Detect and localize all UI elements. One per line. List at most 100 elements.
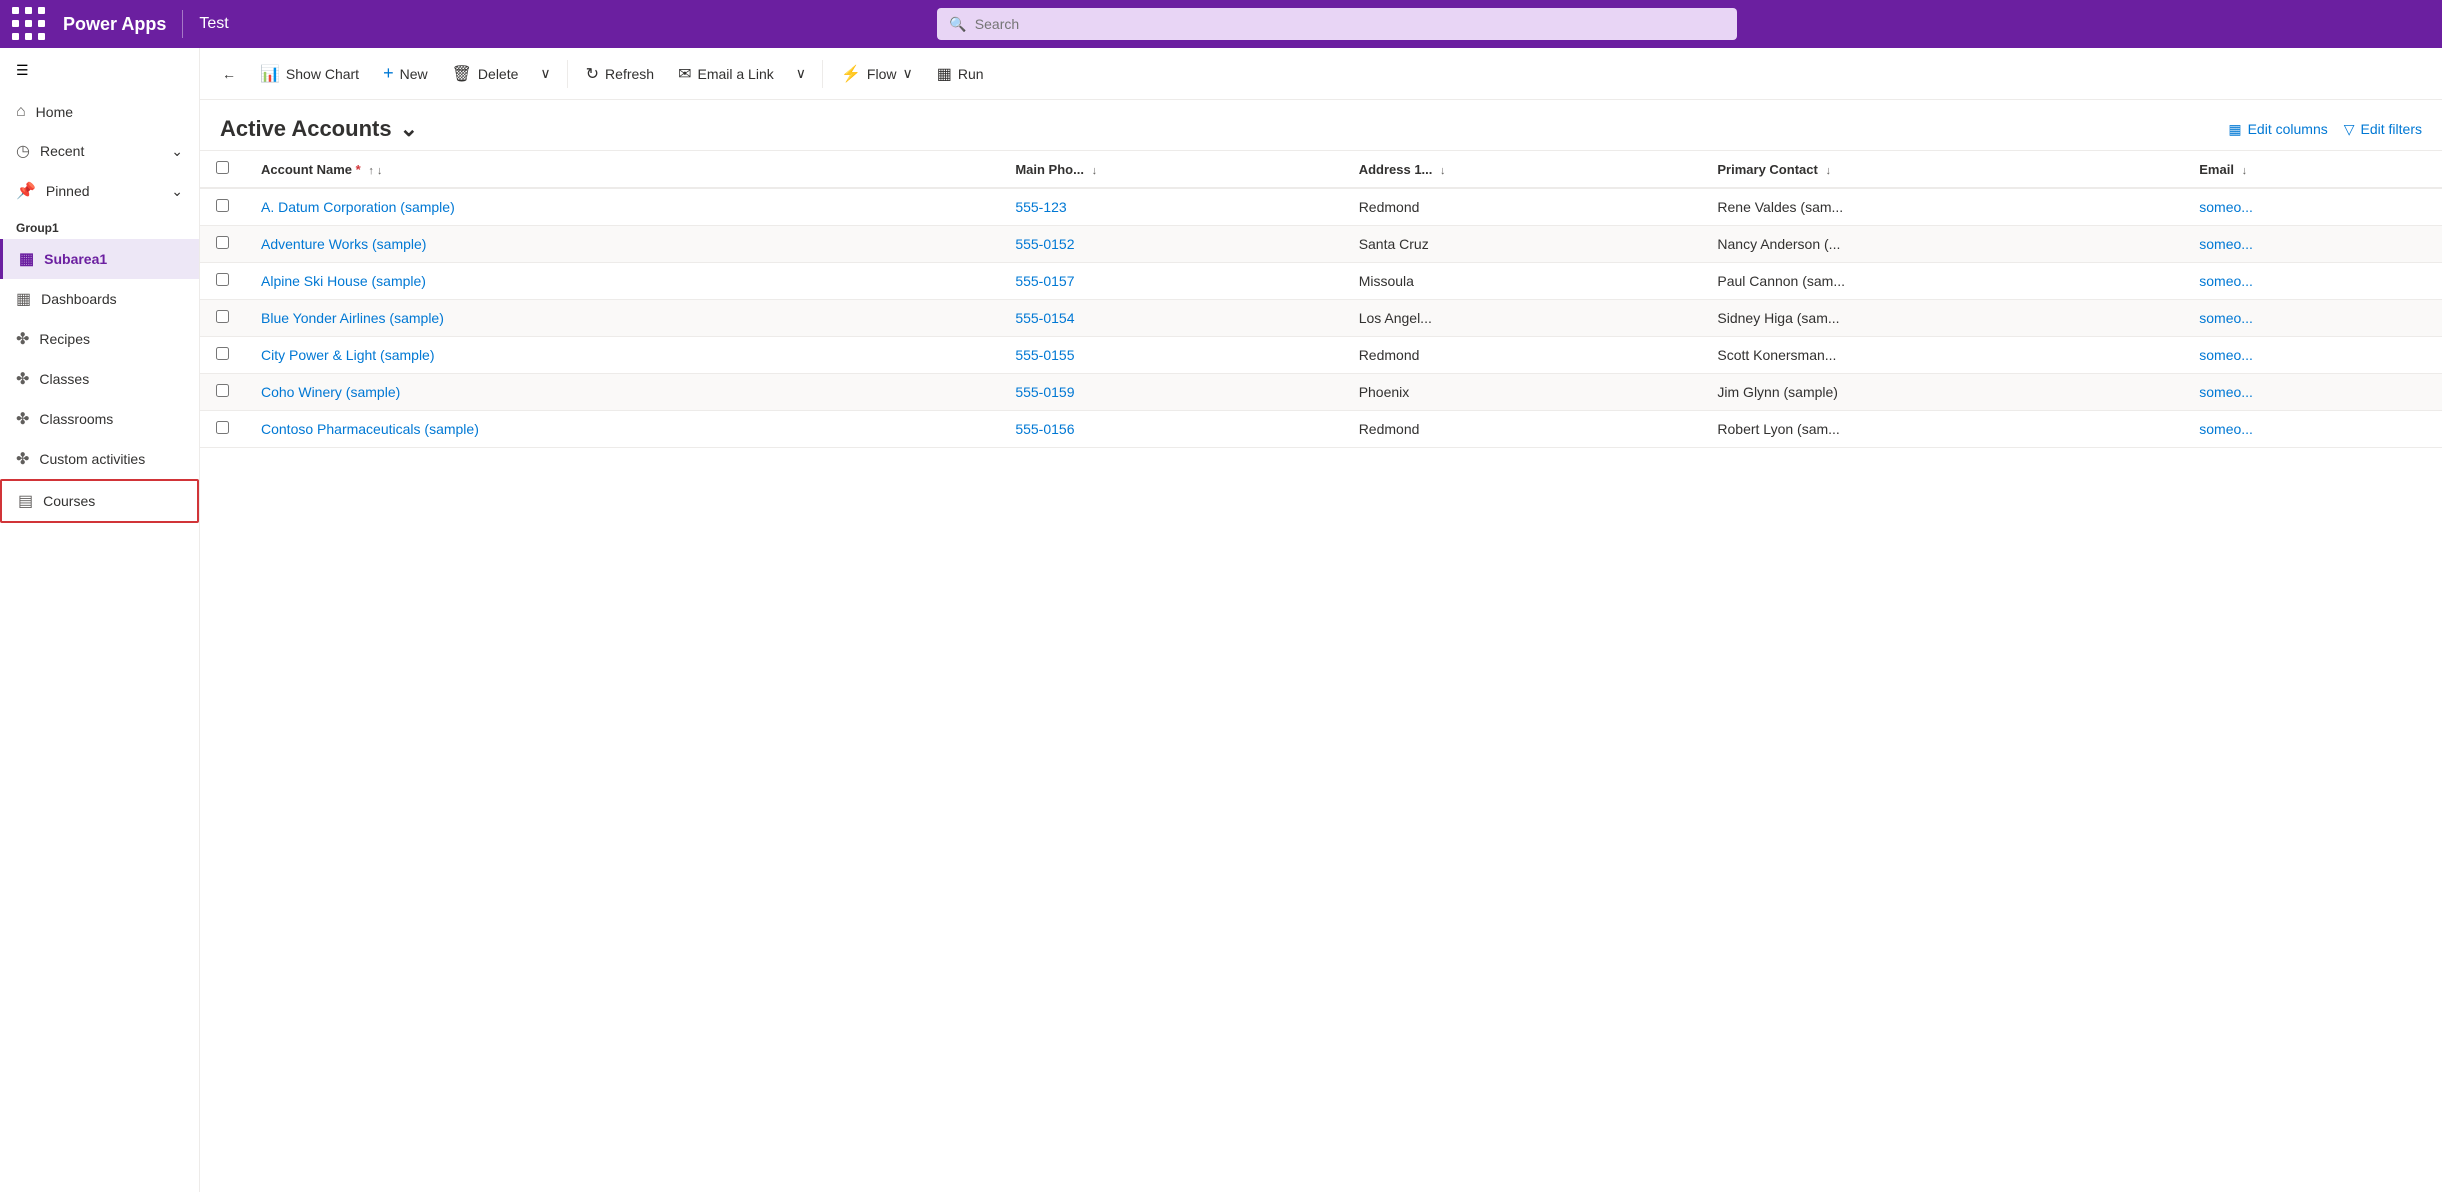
sidebar-item-courses[interactable]: ▤ Courses [0, 479, 199, 523]
col-header-address[interactable]: Address 1... ↓ [1343, 151, 1702, 188]
sidebar-item-pinned[interactable]: 📌 Pinned ⌄ [0, 171, 199, 211]
accounts-table-container: Account Name * ↑ ↓ Main Pho... ↓ Address… [200, 151, 2442, 1192]
show-chart-button[interactable]: 📊 Show Chart [250, 58, 369, 90]
row-checkbox[interactable] [200, 188, 245, 226]
sidebar-item-home[interactable]: ⌂ Home [0, 93, 199, 131]
refresh-button[interactable]: ↻ Refresh [576, 58, 664, 90]
search-input[interactable] [975, 16, 1726, 32]
row-select-checkbox[interactable] [216, 236, 229, 249]
row-select-checkbox[interactable] [216, 421, 229, 434]
chevron-down-icon: ⌄ [171, 183, 183, 200]
sidebar-item-dashboards[interactable]: ▦ Dashboards [0, 279, 199, 319]
sort-icon[interactable]: ↓ [2242, 165, 2248, 177]
account-name-link[interactable]: Adventure Works (sample) [261, 236, 426, 252]
delete-label: Delete [478, 66, 518, 82]
flow-dropdown-icon: ∨ [902, 65, 912, 82]
edit-columns-button[interactable]: ▦ Edit columns [2228, 121, 2327, 138]
run-button[interactable]: ▦ Run [927, 58, 994, 90]
account-name-cell[interactable]: Alpine Ski House (sample) [245, 263, 999, 300]
classes-icon: ✤ [16, 369, 29, 389]
row-checkbox[interactable] [200, 374, 245, 411]
sidebar-item-subarea1[interactable]: ▦ Subarea1 [0, 239, 199, 279]
sidebar-item-label: Dashboards [41, 291, 117, 307]
row-checkbox[interactable] [200, 263, 245, 300]
pin-icon: 📌 [16, 181, 36, 201]
view-title[interactable]: Active Accounts ⌄ [220, 116, 418, 142]
row-checkbox[interactable] [200, 226, 245, 263]
row-select-checkbox[interactable] [216, 199, 229, 212]
select-all-checkbox[interactable] [216, 161, 229, 174]
sidebar-item-label: Pinned [46, 183, 90, 199]
sort-icon[interactable]: ↑ ↓ [368, 165, 382, 177]
sidebar-item-custom-activities[interactable]: ✤ Custom activities [0, 439, 199, 479]
account-name-link[interactable]: Contoso Pharmaceuticals (sample) [261, 421, 479, 437]
account-name-cell[interactable]: City Power & Light (sample) [245, 337, 999, 374]
main-phone-cell: 555-0159 [999, 374, 1342, 411]
account-name-link[interactable]: Alpine Ski House (sample) [261, 273, 426, 289]
dashboards-icon: ▦ [16, 289, 31, 309]
row-select-checkbox[interactable] [216, 310, 229, 323]
sidebar-item-label: Recipes [39, 331, 90, 347]
row-select-checkbox[interactable] [216, 273, 229, 286]
sort-icon[interactable]: ↓ [1092, 165, 1098, 177]
sidebar-item-label: Subarea1 [44, 251, 107, 267]
row-checkbox[interactable] [200, 300, 245, 337]
address-cell: Redmond [1343, 337, 1702, 374]
new-label: New [400, 66, 428, 82]
row-select-checkbox[interactable] [216, 384, 229, 397]
email-cell: someo... [2183, 188, 2442, 226]
home-icon: ⌂ [16, 103, 26, 121]
account-name-link[interactable]: Blue Yonder Airlines (sample) [261, 310, 444, 326]
sort-icon[interactable]: ↓ [1825, 165, 1831, 177]
email-dropdown-button[interactable]: ∨ [788, 59, 814, 88]
row-select-checkbox[interactable] [216, 347, 229, 360]
email-cell: someo... [2183, 226, 2442, 263]
run-icon: ▦ [937, 64, 952, 84]
delete-button[interactable]: 🗑 Delete [442, 58, 529, 90]
back-button[interactable]: ← [212, 60, 246, 88]
col-header-email[interactable]: Email ↓ [2183, 151, 2442, 188]
account-name-link[interactable]: A. Datum Corporation (sample) [261, 199, 455, 215]
new-button[interactable]: + New [373, 57, 438, 90]
sidebar-item-recipes[interactable]: ✤ Recipes [0, 319, 199, 359]
account-name-cell[interactable]: A. Datum Corporation (sample) [245, 188, 999, 226]
address-cell: Santa Cruz [1343, 226, 1702, 263]
account-name-link[interactable]: Coho Winery (sample) [261, 384, 400, 400]
checkbox-header[interactable] [200, 151, 245, 188]
email-link-button[interactable]: ✉ Email a Link [668, 58, 784, 90]
account-name-cell[interactable]: Blue Yonder Airlines (sample) [245, 300, 999, 337]
row-checkbox[interactable] [200, 337, 245, 374]
main-phone-cell: 555-0155 [999, 337, 1342, 374]
primary-contact-cell: Nancy Anderson (... [1701, 226, 2183, 263]
row-checkbox[interactable] [200, 411, 245, 448]
primary-contact-cell: Paul Cannon (sam... [1701, 263, 2183, 300]
top-bar: Power Apps Test 🔍 [0, 0, 2442, 48]
col-header-account-name[interactable]: Account Name * ↑ ↓ [245, 151, 999, 188]
sidebar-item-classes[interactable]: ✤ Classes [0, 359, 199, 399]
sidebar-item-recent[interactable]: ◷ Recent ⌄ [0, 131, 199, 171]
hamburger-menu[interactable]: ☰ [0, 48, 199, 93]
search-bar[interactable]: 🔍 [937, 8, 1737, 40]
account-name-cell[interactable]: Adventure Works (sample) [245, 226, 999, 263]
run-label: Run [958, 66, 984, 82]
filter-icon: ▽ [2344, 121, 2355, 138]
delete-dropdown-button[interactable]: ∨ [532, 59, 558, 88]
table-row: City Power & Light (sample) 555-0155 Red… [200, 337, 2442, 374]
col-header-main-phone[interactable]: Main Pho... ↓ [999, 151, 1342, 188]
show-chart-label: Show Chart [286, 66, 359, 82]
col-header-primary-contact[interactable]: Primary Contact ↓ [1701, 151, 2183, 188]
app-launcher-button[interactable] [12, 7, 47, 42]
account-name-link[interactable]: City Power & Light (sample) [261, 347, 435, 363]
table-row: Alpine Ski House (sample) 555-0157 Misso… [200, 263, 2442, 300]
main-content: ← 📊 Show Chart + New 🗑 Delete ∨ ↻ Refres… [200, 48, 2442, 1192]
sort-icon[interactable]: ↓ [1440, 165, 1446, 177]
sidebar-item-classrooms[interactable]: ✤ Classrooms [0, 399, 199, 439]
account-name-cell[interactable]: Contoso Pharmaceuticals (sample) [245, 411, 999, 448]
sidebar-item-label: Home [36, 104, 73, 120]
accounts-table: Account Name * ↑ ↓ Main Pho... ↓ Address… [200, 151, 2442, 448]
flow-button[interactable]: ⚡ Flow ∨ [831, 58, 923, 90]
edit-filters-button[interactable]: ▽ Edit filters [2344, 121, 2422, 138]
account-name-cell[interactable]: Coho Winery (sample) [245, 374, 999, 411]
recent-icon: ◷ [16, 141, 30, 161]
address-cell: Phoenix [1343, 374, 1702, 411]
